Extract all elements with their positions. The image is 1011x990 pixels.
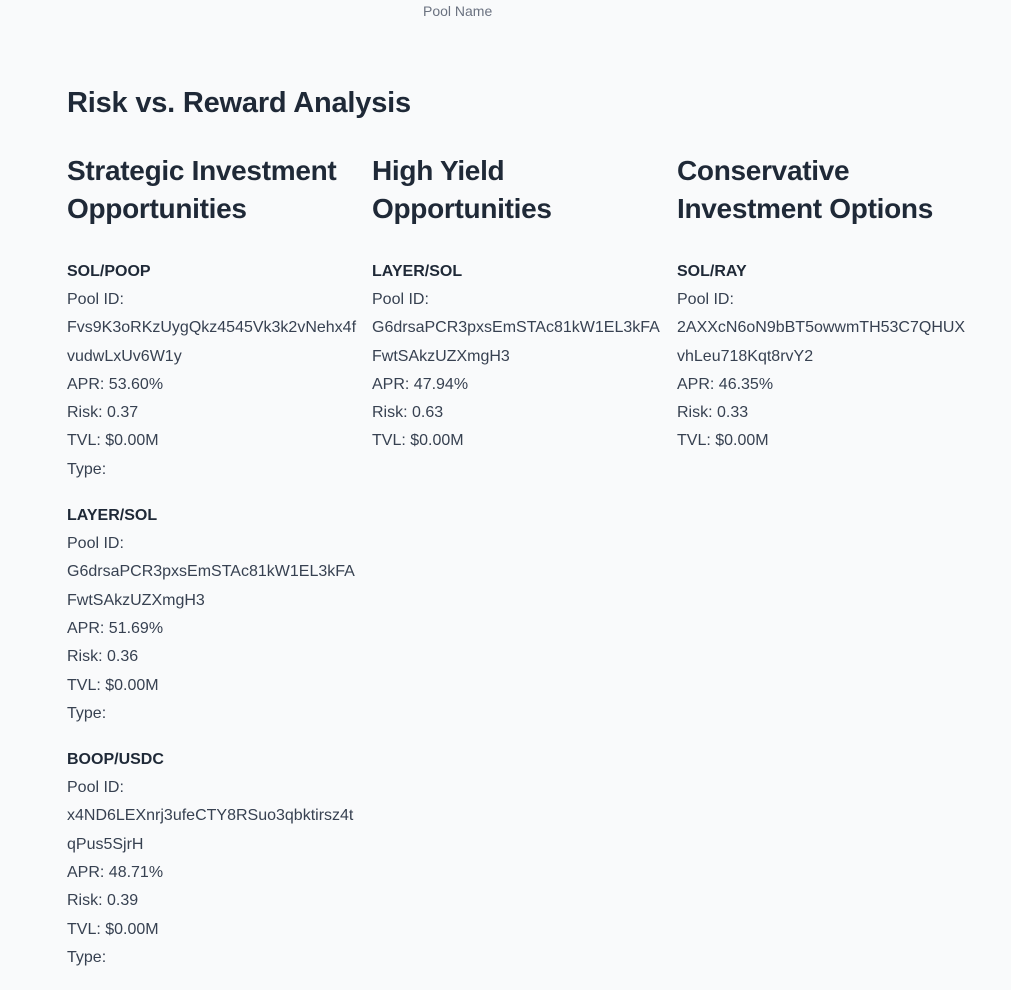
pool-type: Type: — [67, 948, 107, 966]
pool-card: LAYER/SOL Pool ID: G6drsaPCR3pxsEmSTAc81… — [67, 502, 362, 728]
pool-tvl: TVL: $0.00M — [677, 432, 769, 450]
pool-id-label: Pool ID: — [372, 291, 429, 308]
pool-card: LAYER/SOL Pool ID: G6drsaPCR3pxsEmSTAc81… — [372, 258, 667, 456]
pool-risk: Risk: 0.37 — [67, 404, 139, 422]
conservative-options-column: Conservative Investment Options SOL/RAY … — [677, 152, 972, 474]
opportunity-columns: Strategic Investment Opportunities SOL/P… — [67, 152, 967, 972]
pool-apr: APR: 53.60% — [67, 375, 164, 393]
pool-id: G6drsaPCR3pxsEmSTAc81kW1EL3kFAFwtSAkzUZX… — [372, 319, 660, 365]
pool-id: 2AXXcN6oN9bBT5owwmTH53C7QHUXvhLeu718Kqt8… — [677, 319, 966, 365]
pool-apr: APR: 46.35% — [677, 375, 774, 393]
pool-name: SOL/RAY — [677, 263, 747, 280]
pool-id: x4ND6LEXnrj3ufeCTY8RSuo3qbktirsz4tqPus5S… — [67, 807, 354, 853]
pool-apr: APR: 51.69% — [67, 619, 164, 637]
section-title: Risk vs. Reward Analysis — [67, 87, 411, 119]
pool-type: Type: — [67, 460, 107, 478]
pool-risk: Risk: 0.39 — [67, 892, 139, 910]
pool-id-label: Pool ID: — [67, 779, 124, 797]
pool-apr: APR: 47.94% — [372, 375, 469, 393]
pool-tvl: TVL: $0.00M — [67, 676, 159, 694]
pool-tvl: TVL: $0.00M — [67, 920, 159, 938]
pool-id: Fvs9K3oRKzUygQkz4545Vk3k2vNehx4fvudwLxUv… — [67, 319, 357, 365]
pool-card: BOOP/USDC Pool ID: x4ND6LEXnrj3ufeCTY8RS… — [67, 746, 362, 972]
column-title: High Yield Opportunities — [372, 155, 552, 224]
strategic-opportunities-column: Strategic Investment Opportunities SOL/P… — [67, 152, 362, 990]
high-yield-column: High Yield Opportunities LAYER/SOL Pool … — [372, 152, 667, 474]
chart-axis-caption: Pool Name — [423, 3, 493, 19]
column-title: Strategic Investment Opportunities — [67, 155, 337, 224]
pool-name: SOL/POOP — [67, 263, 151, 280]
pool-id-label: Pool ID: — [677, 291, 734, 308]
pool-card: SOL/RAY Pool ID: 2AXXcN6oN9bBT5owwmTH53C… — [677, 258, 972, 456]
pool-tvl: TVL: $0.00M — [372, 432, 464, 450]
pool-risk: Risk: 0.33 — [677, 404, 749, 422]
pool-risk: Risk: 0.36 — [67, 648, 139, 666]
risk-reward-section: Risk vs. Reward Analysis Strategic Inves… — [67, 84, 967, 966]
pool-apr: APR: 48.71% — [67, 864, 164, 882]
pool-type: Type: — [67, 704, 107, 722]
pool-name: LAYER/SOL — [372, 263, 463, 280]
pool-id-label: Pool ID: — [67, 291, 124, 308]
pool-tvl: TVL: $0.00M — [67, 432, 159, 450]
column-title: Conservative Investment Options — [677, 155, 933, 224]
pool-name: BOOP/USDC — [67, 751, 164, 769]
pool-name: LAYER/SOL — [67, 507, 158, 525]
pool-id: G6drsaPCR3pxsEmSTAc81kW1EL3kFAFwtSAkzUZX… — [67, 563, 355, 609]
pool-risk: Risk: 0.63 — [372, 404, 444, 422]
pool-id-label: Pool ID: — [67, 535, 124, 553]
pool-card: SOL/POOP Pool ID: Fvs9K3oRKzUygQkz4545Vk… — [67, 258, 362, 484]
